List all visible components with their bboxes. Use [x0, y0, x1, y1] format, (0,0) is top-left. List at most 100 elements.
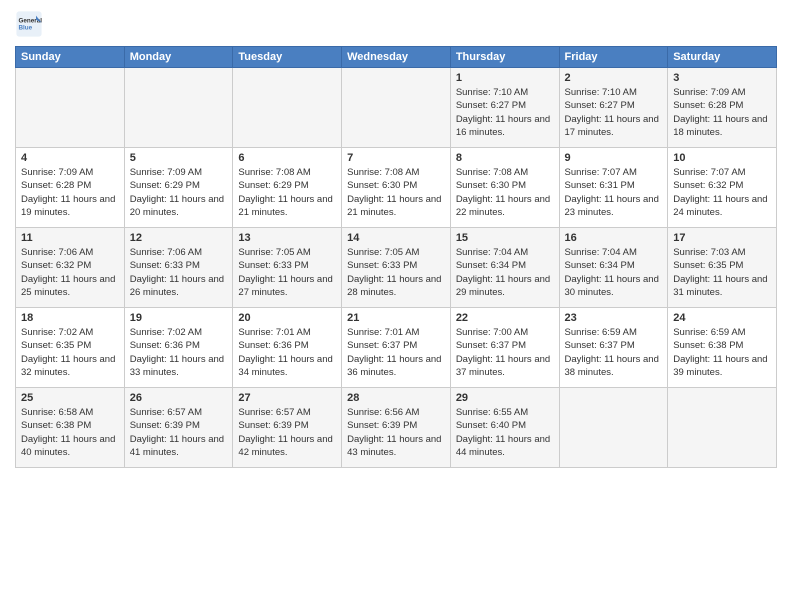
weekday-header-thursday: Thursday	[450, 47, 559, 68]
day-info: Sunrise: 6:59 AM Sunset: 6:38 PM Dayligh…	[673, 326, 771, 379]
calendar-cell: 15 Sunrise: 7:04 AM Sunset: 6:34 PM Dayli…	[450, 228, 559, 308]
week-row-0: 1 Sunrise: 7:10 AM Sunset: 6:27 PM Daylig…	[16, 68, 777, 148]
day-info: Sunrise: 7:10 AM Sunset: 6:27 PM Dayligh…	[456, 86, 554, 139]
day-number: 27	[238, 392, 336, 404]
day-number: 28	[347, 392, 445, 404]
calendar-cell: 11 Sunrise: 7:06 AM Sunset: 6:32 PM Dayli…	[16, 228, 125, 308]
day-info: Sunrise: 6:59 AM Sunset: 6:37 PM Dayligh…	[565, 326, 663, 379]
day-number: 26	[130, 392, 228, 404]
logo-icon: General Blue	[15, 10, 43, 38]
day-info: Sunrise: 7:02 AM Sunset: 6:36 PM Dayligh…	[130, 326, 228, 379]
weekday-header-row: SundayMondayTuesdayWednesdayThursdayFrid…	[16, 47, 777, 68]
week-row-2: 11 Sunrise: 7:06 AM Sunset: 6:32 PM Dayli…	[16, 228, 777, 308]
day-number: 6	[238, 152, 336, 164]
day-info: Sunrise: 7:06 AM Sunset: 6:33 PM Dayligh…	[130, 246, 228, 299]
calendar-cell	[559, 388, 668, 468]
day-info: Sunrise: 7:07 AM Sunset: 6:32 PM Dayligh…	[673, 166, 771, 219]
calendar-cell: 3 Sunrise: 7:09 AM Sunset: 6:28 PM Daylig…	[668, 68, 777, 148]
calendar-cell: 17 Sunrise: 7:03 AM Sunset: 6:35 PM Dayli…	[668, 228, 777, 308]
week-row-4: 25 Sunrise: 6:58 AM Sunset: 6:38 PM Dayli…	[16, 388, 777, 468]
day-number: 7	[347, 152, 445, 164]
weekday-header-friday: Friday	[559, 47, 668, 68]
day-number: 20	[238, 312, 336, 324]
page: General Blue SundayMondayTuesdayWednesda…	[0, 0, 792, 612]
day-number: 14	[347, 232, 445, 244]
day-info: Sunrise: 7:00 AM Sunset: 6:37 PM Dayligh…	[456, 326, 554, 379]
calendar-cell: 6 Sunrise: 7:08 AM Sunset: 6:29 PM Daylig…	[233, 148, 342, 228]
calendar-cell: 2 Sunrise: 7:10 AM Sunset: 6:27 PM Daylig…	[559, 68, 668, 148]
day-number: 23	[565, 312, 663, 324]
calendar-cell: 20 Sunrise: 7:01 AM Sunset: 6:36 PM Dayli…	[233, 308, 342, 388]
week-row-1: 4Sunrise: 7:09 AM Sunset: 6:28 PM Daylig…	[16, 148, 777, 228]
calendar-cell: 25 Sunrise: 6:58 AM Sunset: 6:38 PM Dayli…	[16, 388, 125, 468]
day-info: Sunrise: 7:04 AM Sunset: 6:34 PM Dayligh…	[456, 246, 554, 299]
day-number: 15	[456, 232, 554, 244]
day-info: Sunrise: 7:09 AM Sunset: 6:29 PM Dayligh…	[130, 166, 228, 219]
day-info: Sunrise: 7:08 AM Sunset: 6:29 PM Dayligh…	[238, 166, 336, 219]
calendar-cell: 5Sunrise: 7:09 AM Sunset: 6:29 PM Daylig…	[124, 148, 233, 228]
day-number: 9	[565, 152, 663, 164]
calendar-cell: 24 Sunrise: 6:59 AM Sunset: 6:38 PM Dayli…	[668, 308, 777, 388]
day-number: 17	[673, 232, 771, 244]
calendar-table: SundayMondayTuesdayWednesdayThursdayFrid…	[15, 46, 777, 468]
day-number: 25	[21, 392, 119, 404]
calendar-cell: 27 Sunrise: 6:57 AM Sunset: 6:39 PM Dayli…	[233, 388, 342, 468]
day-info: Sunrise: 7:03 AM Sunset: 6:35 PM Dayligh…	[673, 246, 771, 299]
calendar-cell: 12 Sunrise: 7:06 AM Sunset: 6:33 PM Dayli…	[124, 228, 233, 308]
day-number: 11	[21, 232, 119, 244]
calendar-cell: 10 Sunrise: 7:07 AM Sunset: 6:32 PM Dayli…	[668, 148, 777, 228]
calendar-cell	[233, 68, 342, 148]
day-number: 8	[456, 152, 554, 164]
day-info: Sunrise: 6:55 AM Sunset: 6:40 PM Dayligh…	[456, 406, 554, 459]
day-info: Sunrise: 6:57 AM Sunset: 6:39 PM Dayligh…	[238, 406, 336, 459]
day-number: 19	[130, 312, 228, 324]
calendar-cell: 4Sunrise: 7:09 AM Sunset: 6:28 PM Daylig…	[16, 148, 125, 228]
calendar-cell: 8 Sunrise: 7:08 AM Sunset: 6:30 PM Daylig…	[450, 148, 559, 228]
day-number: 12	[130, 232, 228, 244]
calendar-cell: 26 Sunrise: 6:57 AM Sunset: 6:39 PM Dayli…	[124, 388, 233, 468]
day-info: Sunrise: 7:02 AM Sunset: 6:35 PM Dayligh…	[21, 326, 119, 379]
day-info: Sunrise: 7:08 AM Sunset: 6:30 PM Dayligh…	[456, 166, 554, 219]
day-info: Sunrise: 7:08 AM Sunset: 6:30 PM Dayligh…	[347, 166, 445, 219]
calendar-cell: 7 Sunrise: 7:08 AM Sunset: 6:30 PM Daylig…	[342, 148, 451, 228]
calendar-cell: 23 Sunrise: 6:59 AM Sunset: 6:37 PM Dayli…	[559, 308, 668, 388]
day-info: Sunrise: 6:58 AM Sunset: 6:38 PM Dayligh…	[21, 406, 119, 459]
weekday-header-wednesday: Wednesday	[342, 47, 451, 68]
calendar-cell	[16, 68, 125, 148]
calendar-cell: 21Sunrise: 7:01 AM Sunset: 6:37 PM Dayli…	[342, 308, 451, 388]
calendar-cell: 16Sunrise: 7:04 AM Sunset: 6:34 PM Dayli…	[559, 228, 668, 308]
day-number: 29	[456, 392, 554, 404]
day-info: Sunrise: 7:10 AM Sunset: 6:27 PM Dayligh…	[565, 86, 663, 139]
day-info: Sunrise: 6:56 AM Sunset: 6:39 PM Dayligh…	[347, 406, 445, 459]
day-number: 10	[673, 152, 771, 164]
day-info: Sunrise: 7:05 AM Sunset: 6:33 PM Dayligh…	[238, 246, 336, 299]
header: General Blue	[15, 10, 777, 38]
day-info: Sunrise: 7:06 AM Sunset: 6:32 PM Dayligh…	[21, 246, 119, 299]
day-number: 16	[565, 232, 663, 244]
day-number: 1	[456, 72, 554, 84]
day-number: 3	[673, 72, 771, 84]
calendar-cell: 14 Sunrise: 7:05 AM Sunset: 6:33 PM Dayli…	[342, 228, 451, 308]
day-info: Sunrise: 7:07 AM Sunset: 6:31 PM Dayligh…	[565, 166, 663, 219]
calendar-cell	[342, 68, 451, 148]
calendar-cell: 22 Sunrise: 7:00 AM Sunset: 6:37 PM Dayli…	[450, 308, 559, 388]
logo: General Blue	[15, 10, 47, 38]
day-info: Sunrise: 7:05 AM Sunset: 6:33 PM Dayligh…	[347, 246, 445, 299]
calendar-cell: 18 Sunrise: 7:02 AM Sunset: 6:35 PM Dayli…	[16, 308, 125, 388]
day-number: 18	[21, 312, 119, 324]
week-row-3: 18 Sunrise: 7:02 AM Sunset: 6:35 PM Dayli…	[16, 308, 777, 388]
weekday-header-sunday: Sunday	[16, 47, 125, 68]
day-info: Sunrise: 7:09 AM Sunset: 6:28 PM Dayligh…	[673, 86, 771, 139]
day-info: Sunrise: 7:01 AM Sunset: 6:37 PM Dayligh…	[347, 326, 445, 379]
svg-text:Blue: Blue	[19, 25, 33, 32]
calendar-cell: 29 Sunrise: 6:55 AM Sunset: 6:40 PM Dayli…	[450, 388, 559, 468]
day-number: 24	[673, 312, 771, 324]
day-info: Sunrise: 6:57 AM Sunset: 6:39 PM Dayligh…	[130, 406, 228, 459]
weekday-header-saturday: Saturday	[668, 47, 777, 68]
day-number: 2	[565, 72, 663, 84]
weekday-header-tuesday: Tuesday	[233, 47, 342, 68]
calendar-cell: 1 Sunrise: 7:10 AM Sunset: 6:27 PM Daylig…	[450, 68, 559, 148]
day-number: 4	[21, 152, 119, 164]
day-info: Sunrise: 7:01 AM Sunset: 6:36 PM Dayligh…	[238, 326, 336, 379]
day-number: 22	[456, 312, 554, 324]
